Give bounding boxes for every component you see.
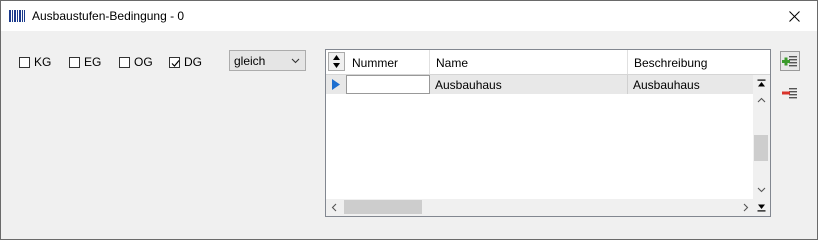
data-grid[interactable]: Nummer Name Beschreibung Ausbauhaus Ausb… xyxy=(325,49,771,217)
scroll-to-bottom-button[interactable] xyxy=(753,199,769,215)
column-header-beschreibung[interactable]: Beschreibung xyxy=(628,50,770,74)
checkbox-eg[interactable]: EG xyxy=(69,55,101,69)
checkbox-kg[interactable]: KG xyxy=(19,55,51,69)
add-row-icon xyxy=(782,56,797,67)
vertical-scrollbar[interactable] xyxy=(753,75,770,216)
scroll-left-button[interactable] xyxy=(326,199,342,215)
chevron-down-icon xyxy=(757,187,765,192)
checkbox-kg-label: KG xyxy=(34,55,52,69)
checkbox-og-label: OG xyxy=(134,55,153,69)
checkbox-dg-box[interactable] xyxy=(169,56,180,68)
checkbox-eg-box[interactable] xyxy=(69,56,80,68)
comparison-select-value: gleich xyxy=(234,54,266,68)
dialog-window: Ausbaustufen-Bedingung - 0 KG EG OG DG g… xyxy=(0,0,818,240)
title-bar: Ausbaustufen-Bedingung - 0 xyxy=(1,1,817,31)
horizontal-scroll-thumb[interactable] xyxy=(344,200,422,214)
checkbox-kg-box[interactable] xyxy=(19,56,30,68)
remove-row-icon xyxy=(782,88,797,99)
chevron-right-icon xyxy=(743,203,748,211)
grid-header: Nummer Name Beschreibung xyxy=(326,50,770,75)
checkbox-og-box[interactable] xyxy=(119,56,130,68)
column-header-name[interactable]: Name xyxy=(430,50,628,74)
barcode-icon xyxy=(9,10,25,22)
cell-nummer[interactable] xyxy=(346,75,430,94)
cell-name[interactable]: Ausbauhaus xyxy=(430,75,628,94)
comparison-select[interactable]: gleich xyxy=(229,50,306,71)
sort-button[interactable] xyxy=(328,52,345,71)
scroll-down-button[interactable] xyxy=(753,181,769,197)
chevron-left-icon xyxy=(331,203,336,211)
sort-icon xyxy=(333,55,340,68)
current-row-arrow-icon xyxy=(332,79,340,90)
checkbox-dg-label: DG xyxy=(184,55,202,69)
cell-beschreibung[interactable]: Ausbauhaus xyxy=(628,75,756,94)
scroll-right-button[interactable] xyxy=(737,199,753,215)
checkbox-og[interactable]: OG xyxy=(119,55,153,69)
close-icon xyxy=(788,10,800,22)
checkbox-dg[interactable]: DG xyxy=(169,55,202,69)
table-row[interactable]: Ausbauhaus Ausbauhaus xyxy=(326,75,756,94)
chevron-down-icon xyxy=(291,58,300,64)
horizontal-scrollbar[interactable] xyxy=(326,199,754,216)
add-row-button[interactable] xyxy=(780,51,800,71)
column-header-nummer[interactable]: Nummer xyxy=(346,50,430,74)
row-indicator xyxy=(328,75,345,94)
window-title: Ausbaustufen-Bedingung - 0 xyxy=(32,9,185,23)
dialog-content: KG EG OG DG gleich Nummer Name Beschreib… xyxy=(1,31,817,239)
remove-row-button[interactable] xyxy=(780,83,800,103)
scroll-to-bottom-icon xyxy=(757,204,765,211)
checkmark-icon xyxy=(171,59,180,67)
scroll-to-top-button[interactable] xyxy=(753,75,769,91)
scroll-to-top-icon xyxy=(757,79,765,86)
checkbox-eg-label: EG xyxy=(84,55,102,69)
scroll-up-button[interactable] xyxy=(753,92,769,108)
close-button[interactable] xyxy=(771,1,817,31)
chevron-up-icon xyxy=(757,97,765,102)
vertical-scroll-thumb[interactable] xyxy=(754,135,768,161)
